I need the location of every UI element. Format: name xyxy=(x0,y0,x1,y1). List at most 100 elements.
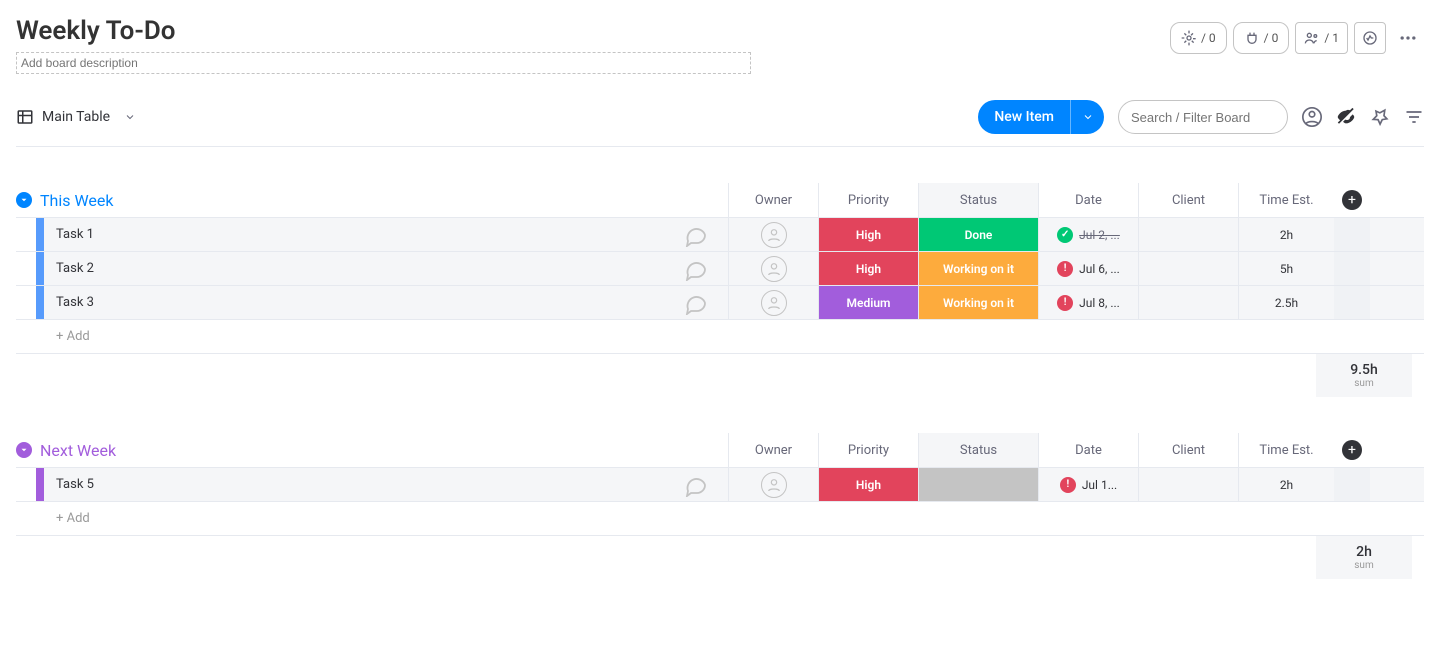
sum-value: 9.5h xyxy=(1350,362,1378,378)
priority-cell[interactable]: High xyxy=(819,468,918,501)
owner-avatar[interactable] xyxy=(761,290,787,316)
date-text: Jul 8, ... xyxy=(1079,296,1120,310)
sum-label: sum xyxy=(1354,560,1373,571)
table-row[interactable]: Task 1 HighDone ✓ Jul 2, ... 2h xyxy=(16,217,1424,251)
add-column-button[interactable]: + xyxy=(1342,190,1362,210)
date-cell[interactable]: ✓ Jul 2, ... xyxy=(1051,227,1126,243)
add-row-button[interactable]: + Add xyxy=(44,511,90,526)
priority-cell[interactable]: High xyxy=(819,218,918,251)
plug-icon xyxy=(1244,30,1260,46)
board-description-input[interactable] xyxy=(16,52,751,74)
owner-avatar[interactable] xyxy=(761,222,787,248)
column-header[interactable]: Time Est. xyxy=(1238,433,1334,467)
pin-icon xyxy=(1370,107,1390,127)
new-item-button[interactable]: New Item xyxy=(978,100,1104,134)
time-est-cell[interactable]: 2h xyxy=(1238,468,1334,501)
time-est-cell[interactable]: 2h xyxy=(1238,218,1334,251)
column-header[interactable]: Owner xyxy=(728,433,818,467)
pin-button[interactable] xyxy=(1370,107,1390,127)
column-header[interactable]: Time Est. xyxy=(1238,183,1334,217)
group-name[interactable]: This Week xyxy=(40,191,114,210)
column-header[interactable]: Priority xyxy=(818,183,918,217)
warning-icon: ! xyxy=(1057,295,1073,311)
priority-cell[interactable]: Medium xyxy=(819,286,918,319)
time-sum-cell: 9.5hsum xyxy=(1316,354,1412,397)
view-tab-main-table[interactable]: Main Table xyxy=(16,108,136,126)
date-cell[interactable]: ! Jul 1... xyxy=(1054,477,1123,493)
column-header[interactable]: Owner xyxy=(728,183,818,217)
task-name[interactable]: Task 5 xyxy=(44,468,604,501)
column-header[interactable]: Date xyxy=(1038,433,1138,467)
status-cell[interactable]: Done xyxy=(919,218,1038,251)
search-input[interactable] xyxy=(1131,110,1275,125)
integrations-count: / 0 xyxy=(1264,31,1279,45)
hide-button[interactable] xyxy=(1336,107,1356,127)
column-header[interactable]: Date xyxy=(1038,183,1138,217)
table-row[interactable]: Task 2 HighWorking on it! Jul 6, ... 5h xyxy=(16,251,1424,285)
owner-avatar[interactable] xyxy=(761,472,787,498)
automations-pill[interactable]: / 0 xyxy=(1170,22,1227,54)
client-cell[interactable] xyxy=(1138,252,1238,285)
members-pill[interactable]: / 1 xyxy=(1295,22,1348,54)
integrations-pill[interactable]: / 0 xyxy=(1233,22,1290,54)
priority-cell[interactable]: High xyxy=(819,252,918,285)
date-cell[interactable]: ! Jul 8, ... xyxy=(1051,295,1126,311)
date-text: Jul 1... xyxy=(1082,478,1117,492)
client-cell[interactable] xyxy=(1138,468,1238,501)
chevron-down-icon xyxy=(124,111,136,123)
date-cell[interactable]: ! Jul 6, ... xyxy=(1051,261,1126,277)
column-header[interactable]: Priority xyxy=(818,433,918,467)
date-text: Jul 6, ... xyxy=(1079,262,1120,276)
people-icon xyxy=(1304,30,1320,46)
client-cell[interactable] xyxy=(1138,286,1238,319)
status-cell[interactable]: Working on it xyxy=(919,286,1038,319)
warning-icon: ! xyxy=(1060,477,1076,493)
column-header[interactable]: Status xyxy=(918,433,1038,467)
board-title[interactable]: Weekly To-Do xyxy=(16,16,1170,46)
eye-off-icon xyxy=(1335,106,1357,128)
status-cell[interactable] xyxy=(919,468,1038,501)
dots-icon xyxy=(1398,28,1418,48)
chat-icon[interactable] xyxy=(684,257,708,281)
owner-avatar[interactable] xyxy=(761,256,787,282)
client-cell[interactable] xyxy=(1138,218,1238,251)
robot-icon xyxy=(1181,30,1197,46)
sum-label: sum xyxy=(1354,378,1373,389)
time-est-cell[interactable]: 2.5h xyxy=(1238,286,1334,319)
task-name[interactable]: Task 3 xyxy=(44,286,604,319)
group-name[interactable]: Next Week xyxy=(40,441,116,460)
column-header[interactable]: Client xyxy=(1138,433,1238,467)
column-header[interactable]: Client xyxy=(1138,183,1238,217)
time-est-cell[interactable]: 5h xyxy=(1238,252,1334,285)
table-row[interactable]: Task 3 MediumWorking on it! Jul 8, ... 2.5h xyxy=(16,285,1424,319)
filter-icon xyxy=(1404,107,1424,127)
automations-count: / 0 xyxy=(1201,31,1216,45)
filter-button[interactable] xyxy=(1404,107,1424,127)
chat-icon[interactable] xyxy=(684,291,708,315)
group-collapse-button[interactable] xyxy=(16,442,32,458)
members-count: / 1 xyxy=(1324,31,1339,45)
task-name[interactable]: Task 2 xyxy=(44,252,604,285)
add-column-button[interactable]: + xyxy=(1342,440,1362,460)
person-filter-button[interactable] xyxy=(1302,107,1322,127)
new-item-label: New Item xyxy=(978,109,1070,125)
table-row[interactable]: Task 5 High! Jul 1... 2h xyxy=(16,467,1424,501)
activity-icon xyxy=(1362,30,1378,46)
task-name[interactable]: Task 1 xyxy=(44,218,604,251)
time-sum-cell: 2hsum xyxy=(1316,536,1412,579)
chat-icon[interactable] xyxy=(684,473,708,497)
date-text: Jul 2, ... xyxy=(1079,228,1120,242)
warning-icon: ! xyxy=(1057,261,1073,277)
status-cell[interactable]: Working on it xyxy=(919,252,1038,285)
check-icon: ✓ xyxy=(1057,227,1073,243)
new-item-dropdown[interactable] xyxy=(1070,100,1104,134)
more-menu[interactable] xyxy=(1392,22,1424,54)
person-circle-icon xyxy=(1301,106,1323,128)
column-header[interactable]: Status xyxy=(918,183,1038,217)
table-icon xyxy=(16,108,34,126)
activity-button[interactable] xyxy=(1354,22,1386,54)
group-collapse-button[interactable] xyxy=(16,192,32,208)
chat-icon[interactable] xyxy=(684,223,708,247)
search-field[interactable] xyxy=(1118,100,1288,134)
add-row-button[interactable]: + Add xyxy=(44,329,90,344)
